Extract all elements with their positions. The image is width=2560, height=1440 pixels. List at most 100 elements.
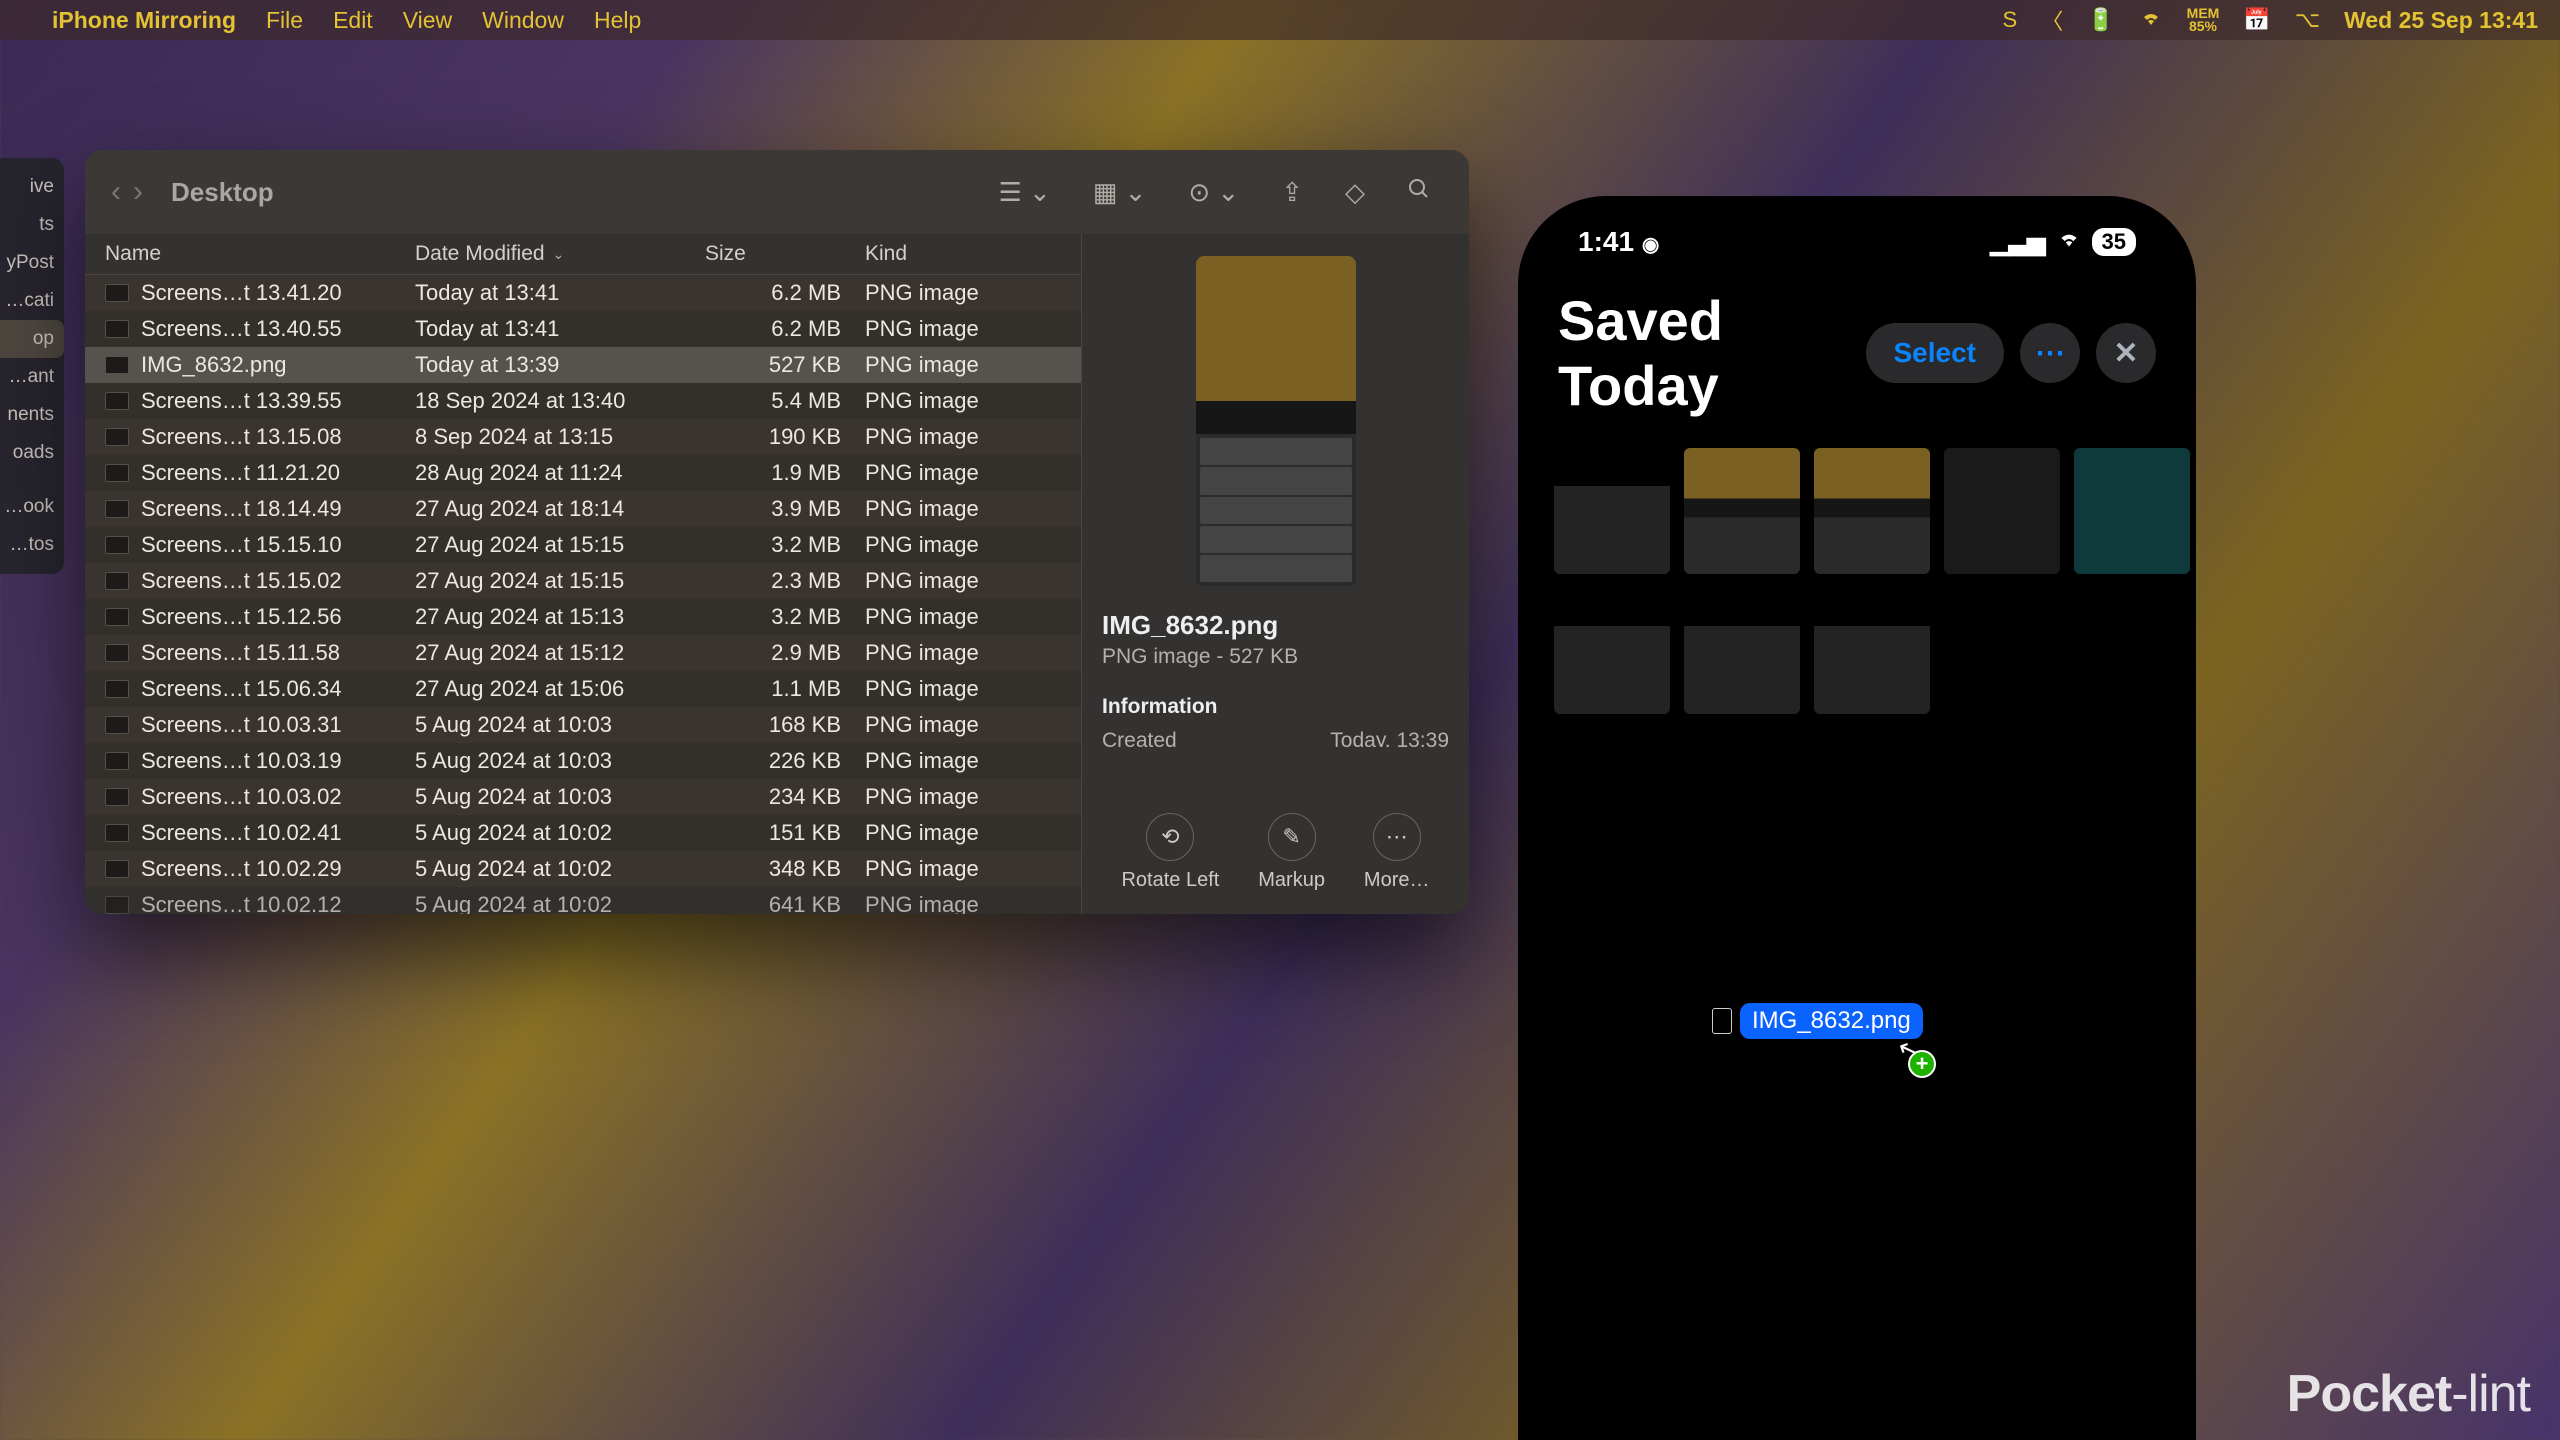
file-name: Screens…t 13.39.55 (141, 388, 342, 414)
saved-thumbnail[interactable] (1944, 448, 2060, 574)
file-thumb-icon (105, 356, 129, 374)
saved-thumbnail[interactable] (1554, 588, 1670, 714)
file-name: Screens…t 13.41.20 (141, 280, 342, 306)
file-name: Screens…t 11.21.20 (141, 460, 340, 486)
preview-created-label: Created (1102, 729, 1177, 747)
sidebar-item[interactable]: ook… (0, 488, 64, 526)
saved-thumbnail[interactable] (1684, 448, 1800, 574)
more-actions-button[interactable]: ⋯More… (1364, 813, 1430, 892)
sort-indicator-icon: ⌄ (553, 246, 565, 263)
action-menu-icon[interactable]: ⊙ ⌄ (1176, 171, 1251, 214)
saved-thumbnail[interactable] (1684, 588, 1800, 714)
saved-thumbnail[interactable] (1814, 448, 1930, 574)
file-row[interactable]: Screens…t 11.21.2028 Aug 2024 at 11:241.… (85, 455, 1081, 491)
iphone-mirror: 1:41 ◉ ▁▃▅ 35 Saved Today Select ⋯ ✕ (1518, 196, 2196, 1440)
file-kind: PNG image (865, 892, 1061, 914)
file-thumb-icon (105, 572, 129, 590)
file-row[interactable]: IMG_8632.pngToday at 13:39527 KBPNG imag… (85, 347, 1081, 383)
file-row[interactable]: Screens…t 15.11.5827 Aug 2024 at 15:122.… (85, 635, 1081, 671)
file-size: 527 KB (705, 352, 865, 378)
share-icon[interactable]: ⇪ (1269, 171, 1315, 214)
menu-extra-icon[interactable]: S (2003, 7, 2018, 33)
file-date: Today at 13:39 (415, 352, 705, 378)
file-row[interactable]: Screens…t 15.06.3427 Aug 2024 at 15:061.… (85, 671, 1081, 707)
control-center-icon[interactable]: ⌥ (2295, 7, 2320, 33)
view-list-icon[interactable]: ☰ ⌄ (987, 171, 1063, 214)
back-icon[interactable]: 〈 (2041, 4, 2063, 36)
file-row[interactable]: Screens…t 10.03.315 Aug 2024 at 10:03168… (85, 707, 1081, 743)
sidebar-item[interactable]: oads (0, 434, 64, 472)
nav-back-icon[interactable]: ‹ (111, 175, 121, 209)
sidebar-item[interactable]: ts (0, 206, 64, 244)
sidebar-item[interactable]: cati… (0, 282, 64, 320)
menu-edit[interactable]: Edit (333, 7, 373, 34)
file-row[interactable]: Screens…t 13.39.5518 Sep 2024 at 13:405.… (85, 383, 1081, 419)
menu-window[interactable]: Window (482, 7, 564, 34)
file-row[interactable]: Screens…t 13.41.20Today at 13:416.2 MBPN… (85, 275, 1081, 311)
file-kind: PNG image (865, 316, 1061, 342)
file-size: 151 KB (705, 820, 865, 846)
app-menu[interactable]: iPhone Mirroring (52, 7, 236, 34)
file-date: 5 Aug 2024 at 10:02 (415, 856, 705, 882)
menubar-clock[interactable]: Wed 25 Sep 13:41 (2344, 7, 2538, 34)
file-row[interactable]: Screens…t 15.12.5627 Aug 2024 at 15:133.… (85, 599, 1081, 635)
view-grid-icon[interactable]: ▦ ⌄ (1081, 171, 1159, 214)
rotate-left-button[interactable]: ⟲Rotate Left (1121, 813, 1219, 892)
file-size: 5.4 MB (705, 388, 865, 414)
sidebar-item[interactable]: yPost (0, 244, 64, 282)
wifi-icon[interactable] (2139, 7, 2163, 33)
markup-button[interactable]: ✎Markup (1258, 813, 1325, 892)
sidebar-item[interactable]: ant… (0, 358, 64, 396)
file-thumb-icon (105, 644, 129, 662)
battery-badge: 35 (2092, 228, 2136, 256)
copy-badge-icon: + (1908, 1050, 1936, 1078)
saved-thumbnail[interactable] (2074, 448, 2190, 574)
file-name: Screens…t 13.40.55 (141, 316, 342, 342)
file-row[interactable]: Screens…t 13.15.088 Sep 2024 at 13:15190… (85, 419, 1081, 455)
file-size: 3.2 MB (705, 604, 865, 630)
sidebar-item[interactable]: ive (0, 168, 64, 206)
file-row[interactable]: Screens…t 10.02.295 Aug 2024 at 10:02348… (85, 851, 1081, 887)
file-row[interactable]: Screens…t 10.02.415 Aug 2024 at 10:02151… (85, 815, 1081, 851)
sidebar-item[interactable]: nents (0, 396, 64, 434)
file-name: Screens…t 10.02.41 (141, 820, 342, 846)
sidebar-item[interactable] (0, 472, 64, 488)
wifi-icon (2056, 228, 2082, 256)
file-date: 5 Aug 2024 at 10:03 (415, 784, 705, 810)
select-button[interactable]: Select (1866, 323, 2005, 383)
search-icon[interactable] (1395, 171, 1443, 214)
calendar-icon[interactable]: 📅 (2243, 7, 2270, 33)
memory-monitor[interactable]: MEM85% (2187, 7, 2220, 32)
file-row[interactable]: Screens…t 10.03.195 Aug 2024 at 10:03226… (85, 743, 1081, 779)
file-row[interactable]: Screens…t 15.15.0227 Aug 2024 at 15:152.… (85, 563, 1081, 599)
sidebar-item[interactable]: tos… (0, 526, 64, 564)
preview-filename: IMG_8632.png (1102, 610, 1449, 641)
column-headers[interactable]: Name Date Modified ⌄ Size Kind (85, 234, 1081, 275)
menu-view[interactable]: View (403, 7, 452, 34)
sidebar-item[interactable]: op (0, 320, 64, 358)
file-kind: PNG image (865, 604, 1061, 630)
drag-filename-label: IMG_8632.png (1740, 1003, 1923, 1039)
file-size: 2.9 MB (705, 640, 865, 666)
file-date: 5 Aug 2024 at 10:02 (415, 892, 705, 914)
close-button[interactable]: ✕ (2096, 323, 2156, 383)
saved-thumbnail[interactable] (1554, 448, 1670, 574)
file-size: 3.2 MB (705, 532, 865, 558)
saved-photos-grid[interactable] (1540, 428, 2174, 734)
file-thumb-icon (105, 428, 129, 446)
tags-icon[interactable]: ◇ (1333, 171, 1377, 214)
menu-file[interactable]: File (266, 7, 303, 34)
file-row[interactable]: Screens…t 18.14.4927 Aug 2024 at 18:143.… (85, 491, 1081, 527)
col-date: Date Modified ⌄ (415, 242, 705, 266)
preview-pane: IMG_8632.png PNG image - 527 KB Informat… (1081, 234, 1469, 914)
menu-help[interactable]: Help (594, 7, 641, 34)
nav-forward-icon[interactable]: › (133, 175, 143, 209)
file-row[interactable]: Screens…t 13.40.55Today at 13:416.2 MBPN… (85, 311, 1081, 347)
preview-info-heading: Information (1102, 695, 1449, 719)
saved-thumbnail[interactable] (1814, 588, 1930, 714)
file-row[interactable]: Screens…t 15.15.1027 Aug 2024 at 15:153.… (85, 527, 1081, 563)
file-row[interactable]: Screens…t 10.02.125 Aug 2024 at 10:02641… (85, 887, 1081, 914)
file-row[interactable]: Screens…t 10.03.025 Aug 2024 at 10:03234… (85, 779, 1081, 815)
more-button[interactable]: ⋯ (2020, 323, 2080, 383)
battery-icon[interactable]: 🔋 (2087, 7, 2114, 33)
